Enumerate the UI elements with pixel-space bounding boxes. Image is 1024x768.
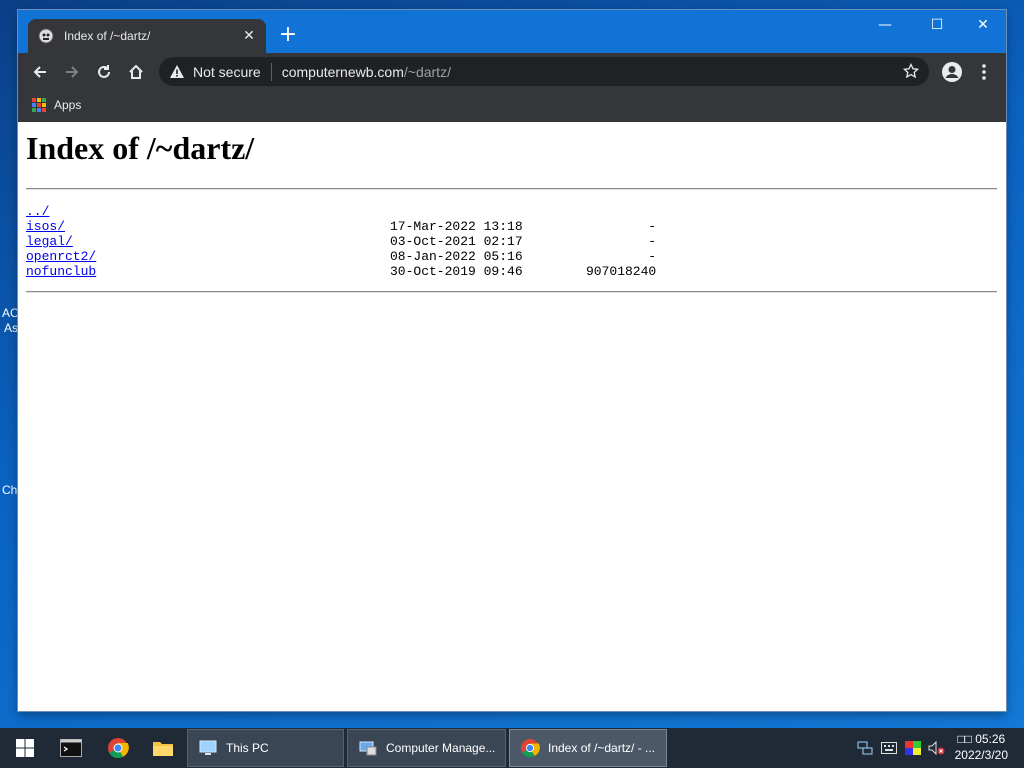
- desktop-icon-label[interactable]: As: [4, 321, 18, 335]
- url-host[interactable]: computernewb.com: [282, 64, 404, 80]
- terminal-taskbar-button[interactable]: [48, 728, 94, 768]
- listing-row: openrct2/ 08-Jan-2022 05:16 -: [26, 249, 726, 264]
- page-title: Index of /~dartz/: [26, 130, 255, 166]
- listing-row: nofunclub 30-Oct-2019 09:46 907018240: [26, 264, 726, 279]
- bookmarks-bar: Apps: [18, 90, 1006, 123]
- profile-avatar-icon: [942, 62, 962, 82]
- chrome-icon: [108, 738, 129, 759]
- close-window-button[interactable]: ✕: [960, 10, 1006, 40]
- menu-button[interactable]: [970, 58, 998, 86]
- volume-tray-button[interactable]: [926, 728, 948, 768]
- forward-button[interactable]: [58, 58, 86, 86]
- taskbar-item-label: Computer Manage...: [386, 741, 496, 755]
- taskbar-item-label: Index of /~dartz/ - ...: [548, 741, 656, 755]
- apps-grid-icon: [32, 98, 46, 112]
- entry-date: 30-Oct-2019 09:46: [390, 264, 523, 279]
- network-icon: [857, 741, 873, 755]
- entry-link[interactable]: legal/: [26, 234, 73, 249]
- omnibox-divider: [270, 62, 272, 81]
- entry-link[interactable]: isos/: [26, 219, 65, 234]
- taskbar-item-label: This PC: [226, 741, 269, 755]
- address-bar[interactable]: Not secure computernewb.com/~dartz/: [159, 57, 929, 86]
- kebab-menu-icon: [982, 64, 986, 80]
- reload-button[interactable]: [90, 58, 118, 86]
- taskbar-item-this-pc[interactable]: This PC: [187, 729, 344, 767]
- site-favicon-icon: [38, 28, 54, 44]
- new-tab-button[interactable]: +: [276, 24, 300, 48]
- page-content: Index of /~dartz/ ../ isos/ 17-Mar-2022 …: [18, 122, 1006, 711]
- top-divider: [26, 188, 997, 190]
- windows-logo-icon: [16, 739, 34, 757]
- folder-icon: [153, 742, 173, 756]
- chrome-icon: [520, 738, 540, 758]
- listing-row: legal/ 03-Oct-2021 02:17 -: [26, 234, 726, 249]
- taskbar-item-chrome-window[interactable]: Index of /~dartz/ - ...: [509, 729, 667, 767]
- tab-close-icon[interactable]: ✕: [238, 28, 260, 44]
- color-display-icon: [905, 741, 921, 755]
- back-button[interactable]: [26, 58, 54, 86]
- taskbar: This PC Computer Manage... Index of /~da…: [0, 728, 1024, 768]
- apps-label: Apps: [54, 98, 82, 112]
- desktop-icon-label[interactable]: Ch: [2, 483, 17, 497]
- display-tray-button[interactable]: [902, 728, 924, 768]
- entry-size: -: [648, 249, 656, 264]
- url-path[interactable]: /~dartz/: [404, 64, 451, 80]
- chrome-taskbar-button[interactable]: [95, 728, 141, 768]
- computer-management-icon: [359, 741, 377, 756]
- minimize-button[interactable]: —: [862, 10, 908, 40]
- browser-window: Index of /~dartz/ ✕ + — ☐ ✕ Not secure c…: [18, 10, 1006, 711]
- network-tray-button[interactable]: [854, 728, 876, 768]
- terminal-icon: [60, 739, 82, 757]
- security-status-label[interactable]: Not secure: [193, 64, 261, 80]
- listing-row: ../: [26, 204, 726, 219]
- browser-toolbar: Not secure computernewb.com/~dartz/: [18, 53, 1006, 90]
- maximize-button[interactable]: ☐: [914, 10, 960, 40]
- file-explorer-taskbar-button[interactable]: [140, 728, 186, 768]
- entry-date: 17-Mar-2022 13:18: [390, 219, 523, 234]
- tab-title: Index of /~dartz/: [64, 29, 151, 43]
- bookmark-star-icon[interactable]: [903, 63, 919, 79]
- listing-row: isos/ 17-Mar-2022 13:18 -: [26, 219, 726, 234]
- apps-shortcut[interactable]: Apps: [32, 98, 81, 112]
- entry-link[interactable]: nofunclub: [26, 264, 96, 279]
- reload-icon: [98, 65, 110, 78]
- browser-tab[interactable]: Index of /~dartz/ ✕: [28, 19, 266, 53]
- tab-strip: Index of /~dartz/ ✕ + — ☐ ✕: [18, 10, 1006, 53]
- forward-arrow-icon: [66, 66, 79, 78]
- system-clock[interactable]: □□ 05:26 2022/3/20: [955, 731, 1008, 763]
- clock-time: □□ 05:26: [957, 732, 1006, 746]
- entry-date: 08-Jan-2022 05:16: [390, 249, 523, 264]
- entry-size: -: [648, 234, 656, 249]
- clock-date: 2022/3/20: [954, 748, 1008, 762]
- entry-size: -: [648, 219, 656, 234]
- warning-icon[interactable]: [169, 64, 185, 80]
- entry-link[interactable]: openrct2/: [26, 249, 96, 264]
- start-button[interactable]: [2, 728, 48, 768]
- volume-muted-icon: [928, 741, 945, 755]
- bottom-divider: [26, 291, 997, 293]
- keyboard-icon: [881, 742, 897, 754]
- this-pc-icon: [199, 740, 217, 755]
- desktop-icon-label[interactable]: AC: [2, 306, 19, 320]
- taskbar-item-computer-management[interactable]: Computer Manage...: [347, 729, 506, 767]
- profile-button[interactable]: [938, 58, 966, 86]
- back-arrow-icon: [33, 66, 46, 78]
- entry-link[interactable]: ../: [26, 204, 49, 219]
- home-icon: [129, 64, 143, 79]
- directory-listing: ../ isos/ 17-Mar-2022 13:18 - legal/ 03-…: [26, 204, 726, 279]
- keyboard-tray-button[interactable]: [878, 728, 900, 768]
- home-button[interactable]: [122, 58, 150, 86]
- entry-date: 03-Oct-2021 02:17: [390, 234, 523, 249]
- entry-size: 907018240: [586, 264, 657, 279]
